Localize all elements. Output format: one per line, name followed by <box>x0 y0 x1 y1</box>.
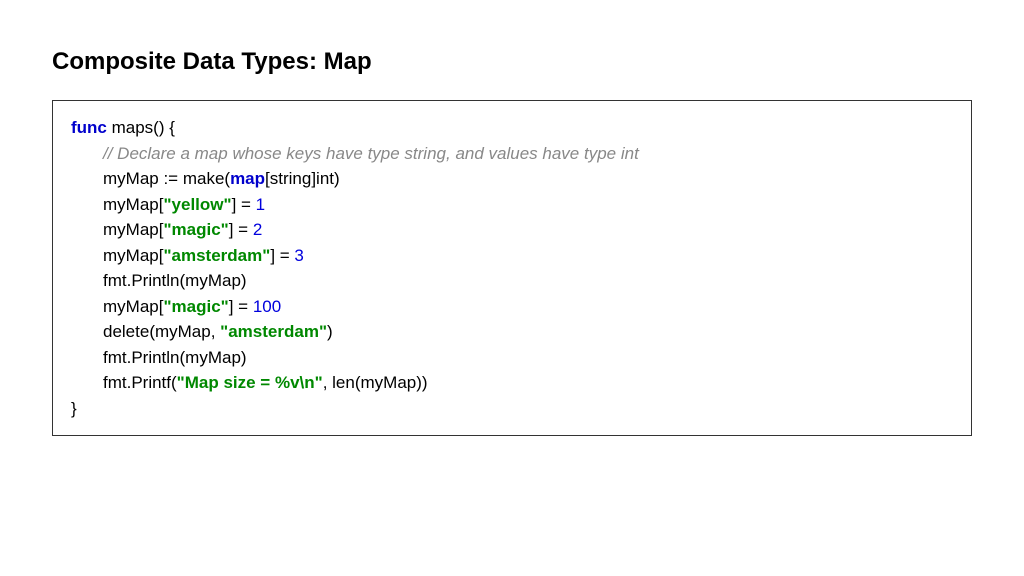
code-line: myMap["amsterdam"] = 3 <box>71 243 953 269</box>
code-line: myMap["yellow"] = 1 <box>71 192 953 218</box>
code-string: "amsterdam" <box>220 322 327 341</box>
code-text: } <box>71 399 77 418</box>
code-number: 100 <box>253 297 281 316</box>
code-text: fmt.Printf( <box>103 373 177 392</box>
code-line: fmt.Println(myMap) <box>71 345 953 371</box>
code-text: myMap[ <box>103 220 163 239</box>
keyword-func: func <box>71 118 107 137</box>
code-text: ] = <box>229 220 253 239</box>
code-line: // Declare a map whose keys have type st… <box>71 141 953 167</box>
code-string: "magic" <box>163 297 228 316</box>
code-string: "yellow" <box>163 195 231 214</box>
code-line: delete(myMap, "amsterdam") <box>71 319 953 345</box>
code-string: "magic" <box>163 220 228 239</box>
code-number: 2 <box>253 220 262 239</box>
code-comment: // Declare a map whose keys have type st… <box>103 144 639 163</box>
code-line: } <box>71 396 953 422</box>
slide-title: Composite Data Types: Map <box>52 48 972 76</box>
code-block: func maps() { // Declare a map whose key… <box>52 100 972 436</box>
code-line: func maps() { <box>71 115 953 141</box>
code-text: , len(myMap)) <box>323 373 428 392</box>
code-line: myMap["magic"] = 100 <box>71 294 953 320</box>
code-text: ] = <box>232 195 256 214</box>
code-text: maps() { <box>107 118 175 137</box>
code-text: fmt.Println(myMap) <box>103 348 247 367</box>
code-text: myMap := make( <box>103 169 230 188</box>
code-line: myMap := make(map[string]int) <box>71 166 953 192</box>
code-string: "Map size = %v\n" <box>177 373 323 392</box>
code-text: delete(myMap, <box>103 322 220 341</box>
code-text: fmt.Println(myMap) <box>103 271 247 290</box>
code-line: fmt.Printf("Map size = %v\n", len(myMap)… <box>71 370 953 396</box>
code-text: myMap[ <box>103 246 163 265</box>
code-text: myMap[ <box>103 297 163 316</box>
code-text: ] = <box>270 246 294 265</box>
code-string: "amsterdam" <box>163 246 270 265</box>
keyword-map: map <box>230 169 265 188</box>
code-line: fmt.Println(myMap) <box>71 268 953 294</box>
code-text: ) <box>327 322 333 341</box>
code-text: ] = <box>229 297 253 316</box>
code-text: myMap[ <box>103 195 163 214</box>
code-number: 1 <box>256 195 265 214</box>
code-text: [string]int) <box>265 169 340 188</box>
code-number: 3 <box>294 246 303 265</box>
code-line: myMap["magic"] = 2 <box>71 217 953 243</box>
